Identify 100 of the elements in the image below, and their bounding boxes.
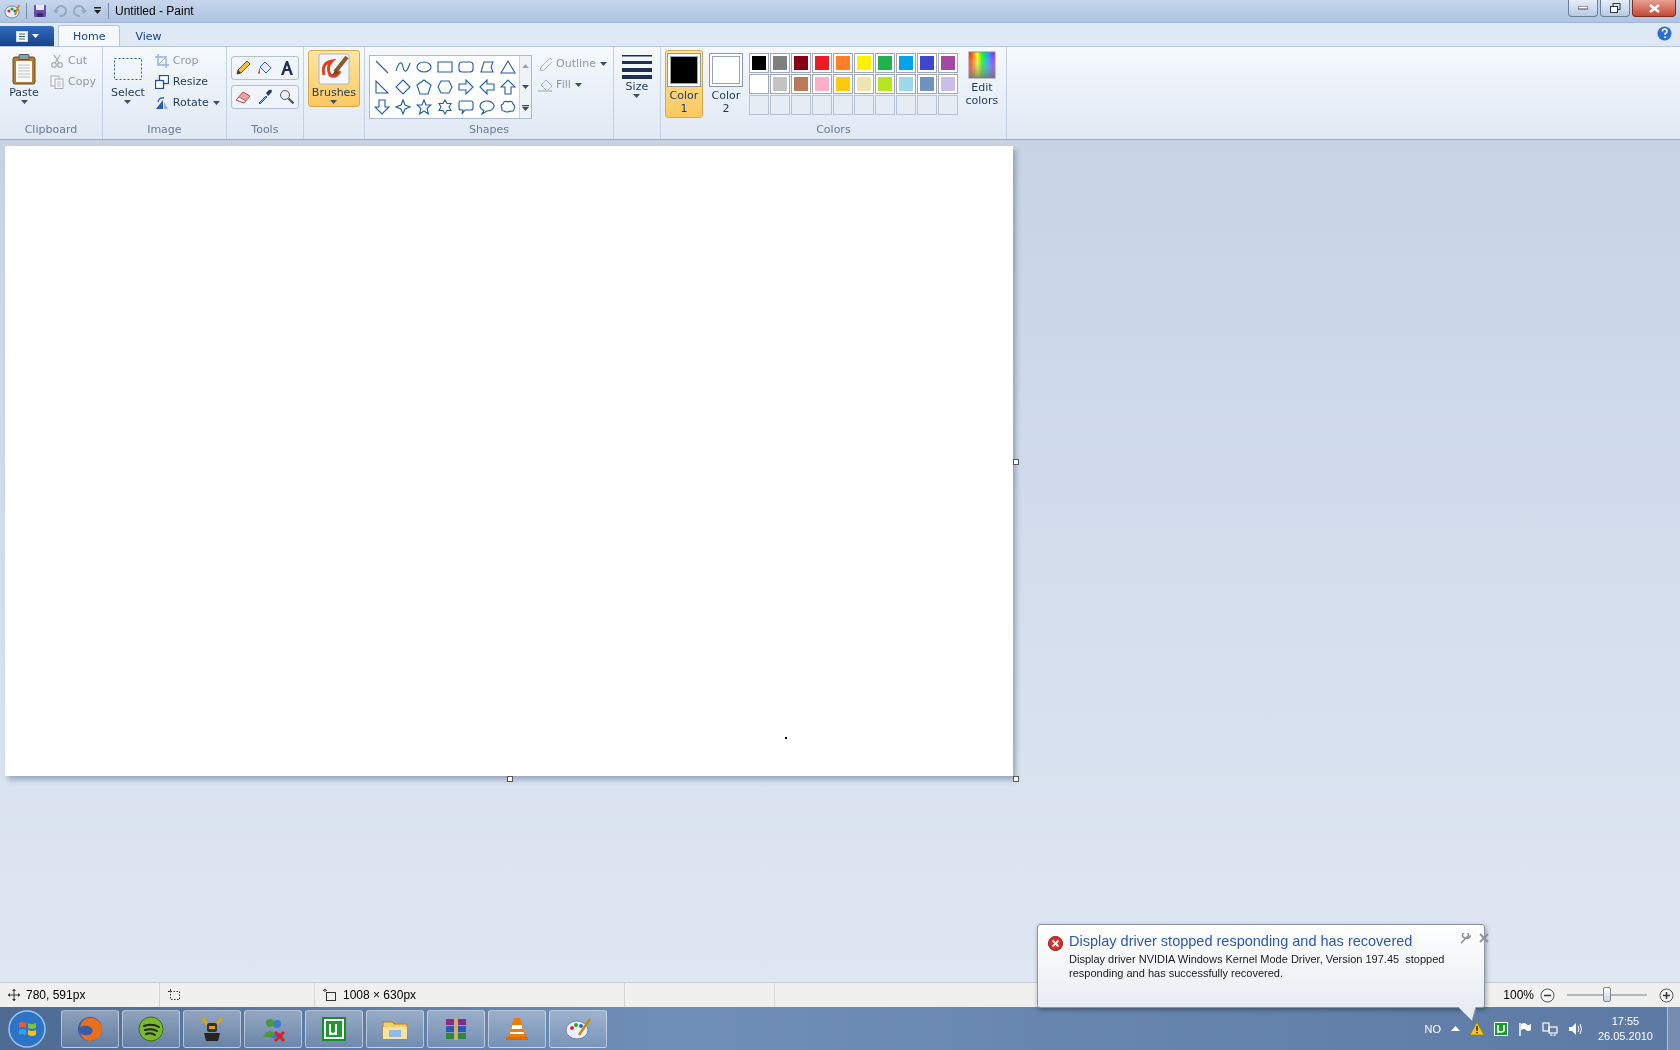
palette-swatch[interactable] [853,74,874,94]
palette-swatch[interactable] [895,74,916,94]
left-arrow-icon[interactable] [478,79,495,95]
palette-swatch[interactable] [853,53,874,73]
palette-swatch[interactable] [769,53,790,73]
palette-swatch[interactable] [811,53,832,73]
cursor-position-icon [8,989,20,1001]
eraser-icon[interactable] [234,89,251,105]
taskbar-button[interactable] [122,1009,180,1048]
paint-palette-icon[interactable] [4,3,20,19]
select-button[interactable]: Select [106,50,149,107]
flag-icon[interactable] [1517,1021,1532,1036]
cloud-callout-icon[interactable] [499,99,516,115]
up-arrow-icon[interactable] [499,79,516,95]
edit-colors-button[interactable]: Edit colors [961,50,1002,108]
size-button[interactable]: Size [617,50,656,101]
resize-handle[interactable] [507,776,513,782]
paste-button[interactable]: Paste [4,50,44,107]
six-point-star-icon[interactable] [436,99,453,115]
clock-time[interactable]: 17:55 [1611,1013,1640,1029]
text-icon[interactable] [278,60,295,76]
close-icon[interactable] [1479,933,1489,943]
application-menu-button[interactable] [0,26,54,46]
zoom-in-icon[interactable] [1659,987,1674,1003]
armored-figure-icon [198,1014,226,1043]
curve-icon[interactable] [394,59,411,75]
selection-size-icon [168,988,181,1002]
show-hidden-icons-icon[interactable] [1450,1026,1460,1031]
triangle-icon[interactable] [499,59,516,75]
torrent-icon[interactable] [1493,1021,1508,1036]
palette-swatch[interactable] [832,53,853,73]
palette-swatch[interactable] [937,74,958,94]
help-icon[interactable] [1657,25,1672,41]
palette-swatch[interactable] [874,74,895,94]
expand-gallery-icon[interactable] [522,104,530,111]
color-slot-button[interactable]: Color 1 [664,50,703,118]
ribbon-tab[interactable]: View [120,25,177,46]
palette-swatch[interactable] [916,74,937,94]
brushes-button[interactable]: Brushes [307,50,361,107]
right-triangle-icon[interactable] [373,79,390,95]
dropdown-icon[interactable] [93,7,102,15]
toolbar-button[interactable]: Rotate [152,93,222,112]
scroll-down-icon[interactable] [522,85,530,89]
wrench-icon[interactable] [1460,933,1471,944]
caret-icon [31,34,39,38]
pencil-outline-icon [538,56,553,71]
four-point-star-icon[interactable] [394,99,411,115]
speaker-icon[interactable] [1567,1021,1584,1036]
close-icon [1648,3,1660,13]
group-label: Tools [250,123,280,138]
notification-message: Display driver NVIDIA Windows Kernel Mode Driver, Version 197.45 stopped responding and has successfully recovered. [1069,952,1446,980]
diamond-icon[interactable] [394,79,411,95]
paint-bucket-icon[interactable] [256,60,273,76]
resize-handle[interactable] [1013,459,1019,465]
taskbar-button[interactable] [427,1009,485,1048]
color-slot-button[interactable]: Color 2 [706,50,745,118]
taskbar-button[interactable] [305,1009,363,1048]
warning-icon[interactable] [1469,1022,1484,1035]
palette-swatch[interactable] [748,53,769,73]
zoom-out-icon[interactable] [1540,987,1555,1003]
close-button[interactable] [1632,0,1676,17]
network-icon[interactable] [1541,1021,1558,1036]
hexagon-icon[interactable] [436,79,453,95]
palette-swatch[interactable] [832,74,853,94]
color-picker-icon[interactable] [256,89,273,105]
palette-swatch[interactable] [811,74,832,94]
input-language[interactable]: NO [1424,1022,1441,1035]
palette-swatch[interactable] [874,53,895,73]
clock-date[interactable]: 26.05.2010 [1597,1028,1653,1044]
firefox-icon [76,1014,104,1043]
zoom-slider-thumb[interactable] [1603,987,1611,1002]
taskbar-button[interactable] [183,1009,241,1048]
group-label: Image [146,123,183,138]
toolbar-button[interactable]: Resize [152,72,222,91]
speech-bubble-icon[interactable] [457,99,474,115]
palette-swatch[interactable] [790,74,811,94]
caret-icon [330,100,338,104]
restore-icon [1609,3,1621,13]
pencil-icon[interactable] [234,60,251,76]
save-icon[interactable] [33,4,47,18]
crop-icon [154,53,169,68]
pentagon-icon[interactable] [415,79,432,95]
palette-swatch[interactable] [916,53,937,73]
magnifier-icon[interactable] [278,89,295,105]
down-arrow-icon[interactable] [373,99,390,115]
palette-swatch[interactable] [790,53,811,73]
palette-swatch[interactable] [748,74,769,94]
palette-swatch[interactable] [769,74,790,94]
palette-swatch[interactable] [895,53,916,73]
resize-handle[interactable] [1013,776,1019,782]
restore-button[interactable] [1600,0,1630,17]
oval-callout-icon[interactable] [478,99,495,115]
group-label: Colors [815,123,852,138]
palette-swatch[interactable] [937,53,958,73]
star-icon[interactable] [415,99,432,115]
paint-bucket-icon [538,77,553,92]
right-arrow-icon[interactable] [457,79,474,95]
line-icon[interactable] [373,59,390,75]
polygon-icon[interactable] [478,59,495,75]
ribbon-tab[interactable]: Home [58,25,121,46]
